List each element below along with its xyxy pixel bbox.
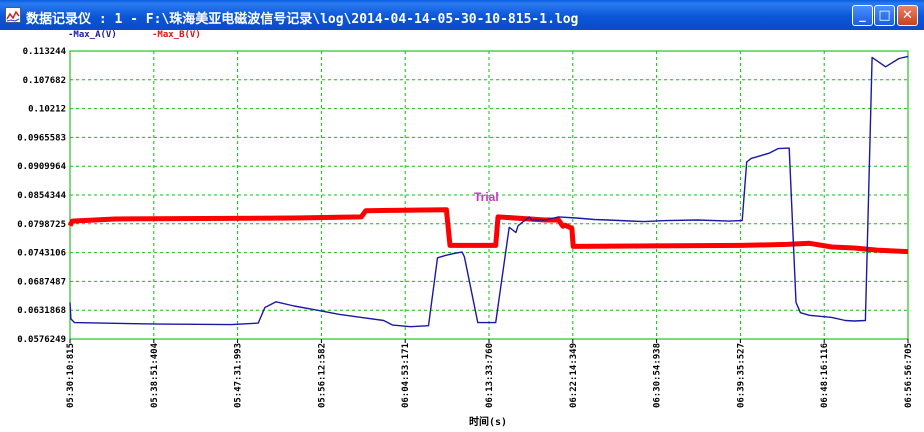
- y-tick-label: 0.0909964: [17, 162, 66, 172]
- y-tick-label: 0.0743106: [17, 249, 66, 259]
- x-tick-label: 06:48:16:116: [820, 343, 830, 408]
- y-tick-label: 0.113244: [23, 47, 67, 57]
- x-tick-label: 05:47:31:993: [234, 343, 244, 408]
- y-tick-label: 0.0854344: [17, 191, 66, 201]
- y-tick-label: 0.10212: [28, 105, 66, 115]
- y-tick-label: 0.0576249: [17, 335, 66, 345]
- x-axis-title: 时间(s): [469, 415, 507, 428]
- y-tick-label: 0.107682: [23, 76, 66, 86]
- x-tick-label: 06:22:14:349: [569, 343, 579, 408]
- x-tick-label: 05:38:51:404: [150, 342, 160, 408]
- y-tick-label: 0.0798725: [17, 220, 66, 230]
- y-tick-label: 0.0687487: [17, 277, 66, 287]
- y-tick-label: 0.0965583: [17, 133, 66, 143]
- x-axis-tick-labels: 05:30:10:815 05:38:51:404 05:47:31:993 05:5…: [66, 339, 914, 408]
- line-chart: 0.113244 0.107682 0.10212 0.0965583 0.090996…: [17, 47, 914, 428]
- y-tick-label: 0.0631868: [17, 306, 66, 316]
- trial-annotation: Trial: [474, 190, 499, 204]
- y-axis-tick-labels: 0.113244 0.107682 0.10212 0.0965583 0.090996…: [17, 47, 66, 345]
- x-tick-label: 05:56:12:582: [317, 343, 327, 408]
- x-tick-label: 06:13:33:760: [485, 343, 495, 408]
- x-tick-label: 05:30:10:815: [66, 343, 76, 408]
- x-tick-label: 06:56:56:705: [904, 343, 914, 408]
- x-tick-label: 06:04:53:171: [401, 343, 411, 408]
- data-logger-window: 数据记录仪 : 1 - F:\珠海美亚电磁波信号记录\log\2014-04-1…: [0, 0, 924, 432]
- x-tick-label: 06:39:35:527: [736, 343, 746, 408]
- x-tick-label: 06:30:54:938: [653, 343, 663, 408]
